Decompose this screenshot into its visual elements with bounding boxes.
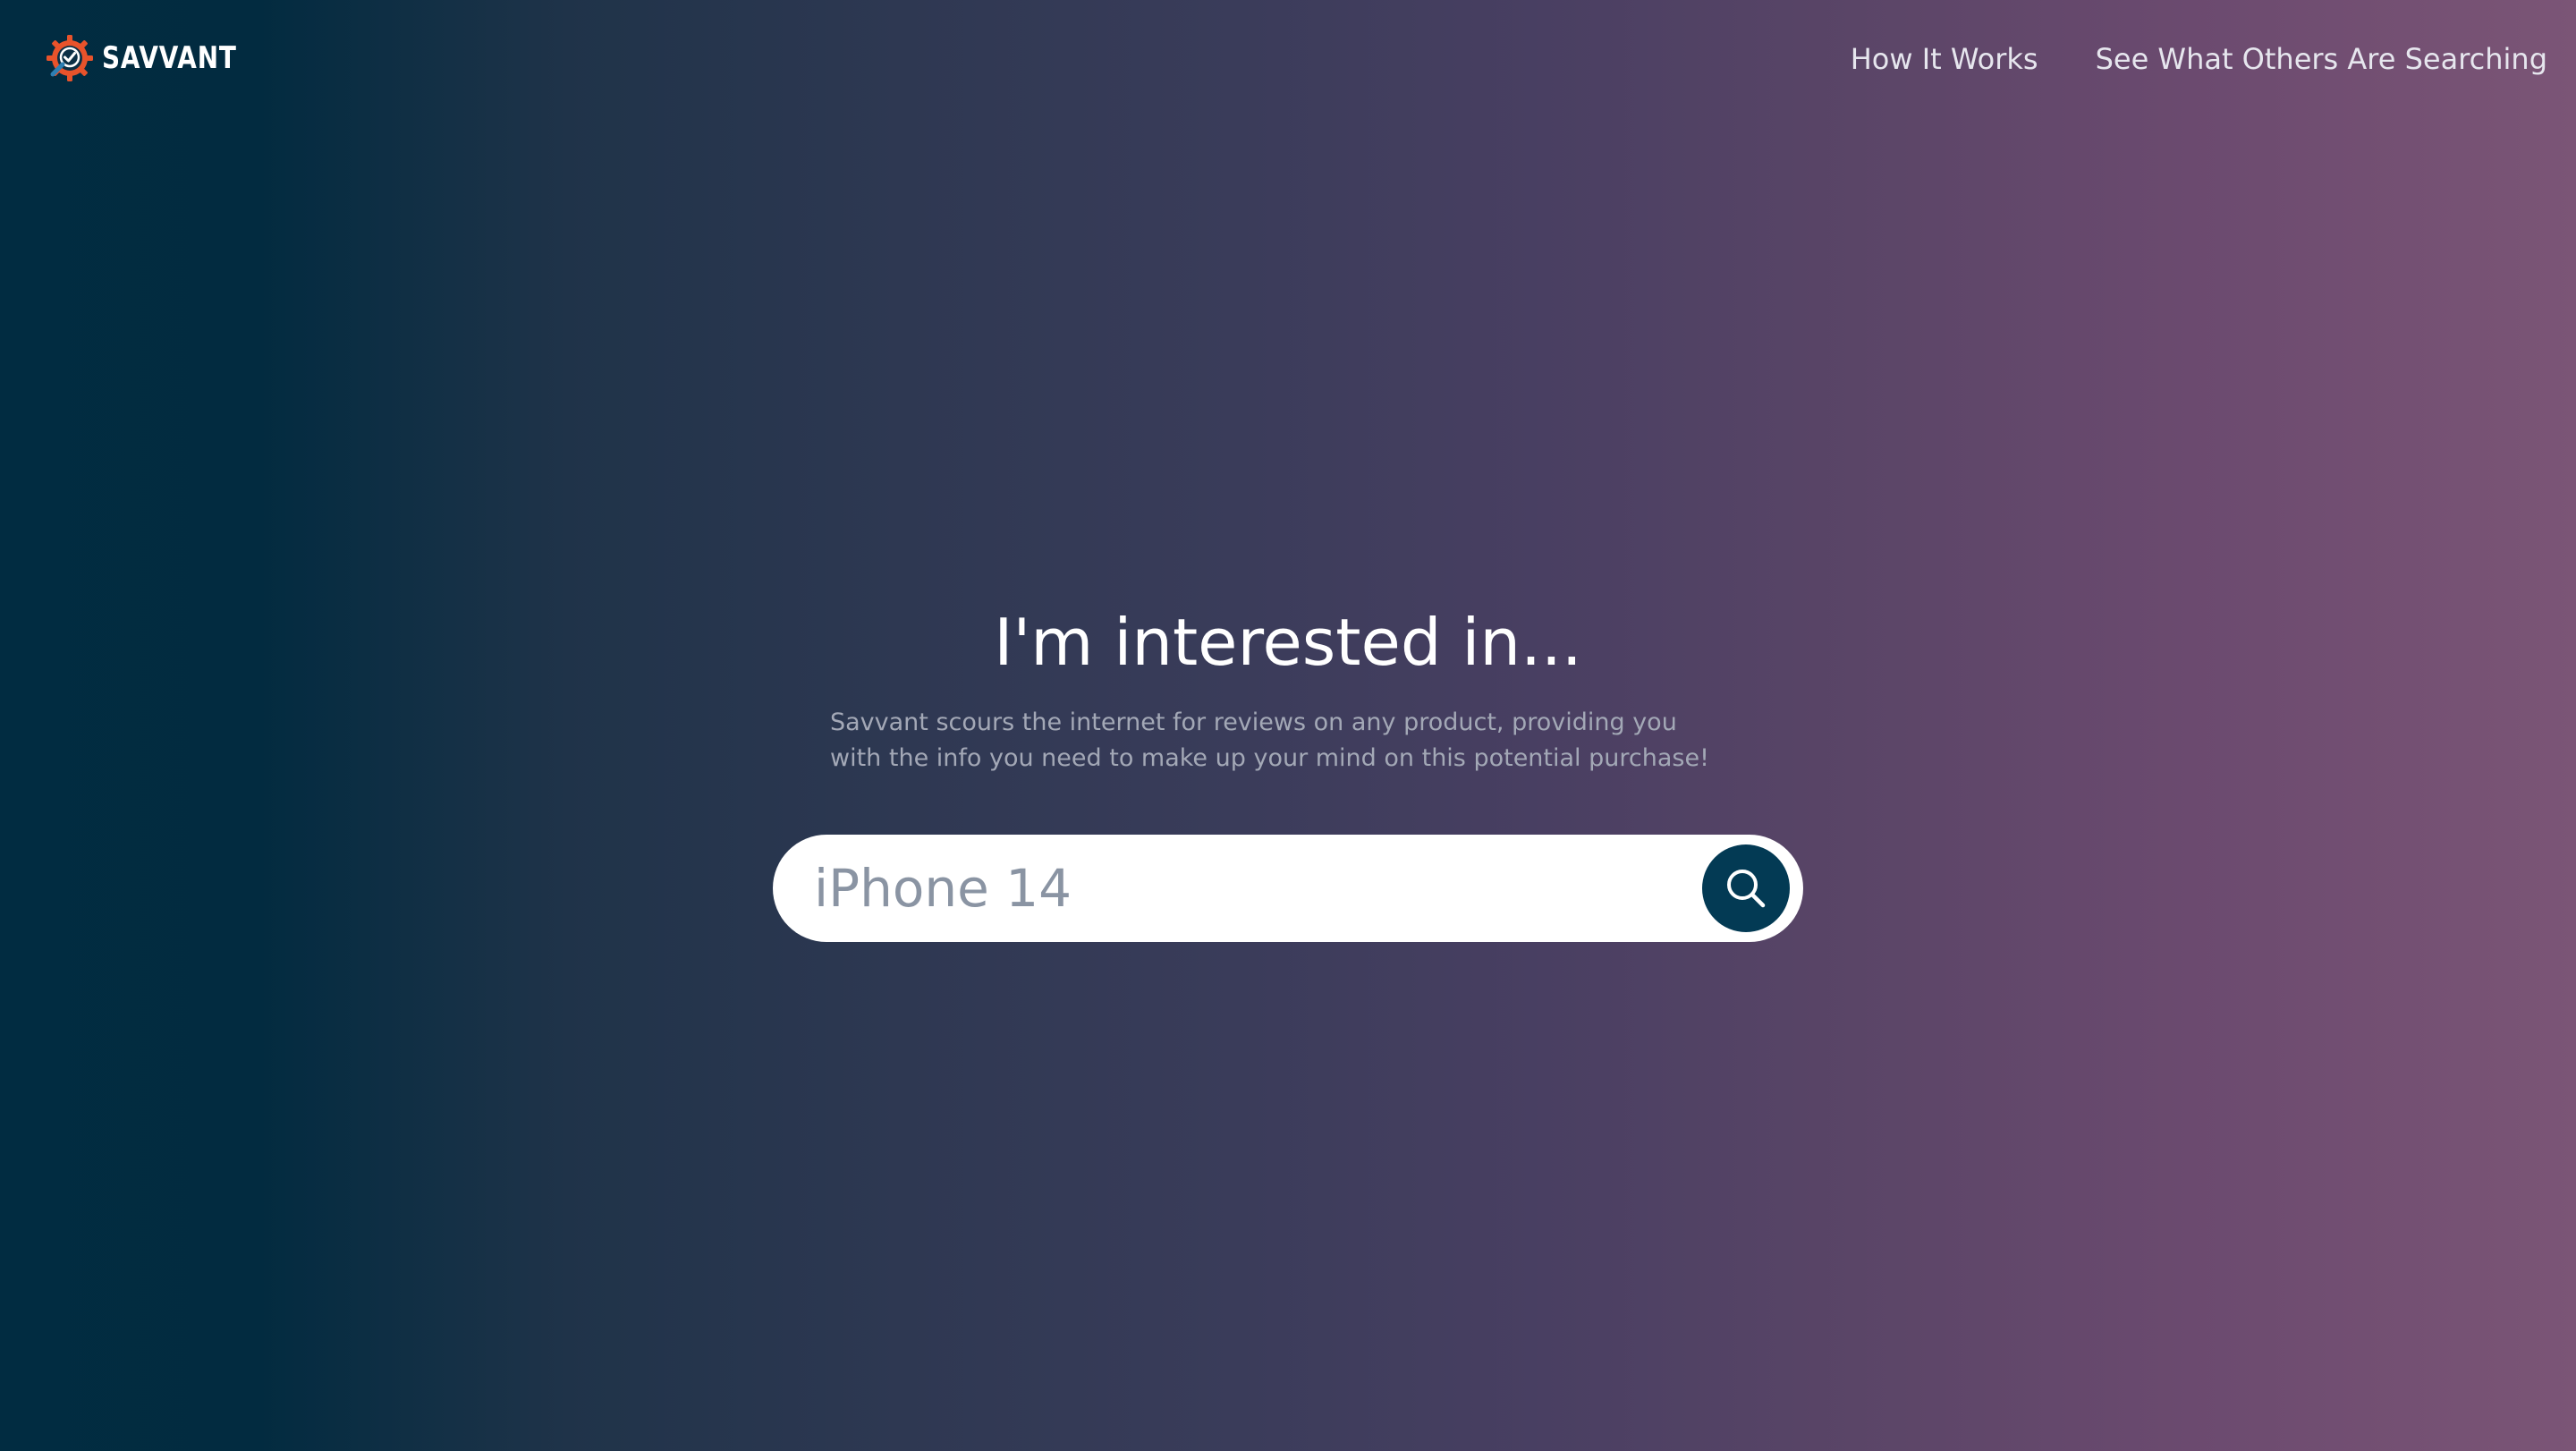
- search-button[interactable]: [1702, 844, 1790, 932]
- hero-title: I'm interested in...: [994, 605, 1582, 680]
- hero-section: I'm interested in... Savvant scours the …: [0, 0, 2576, 1451]
- search-icon: [1727, 870, 1766, 908]
- hero-subtitle: Savvant scours the internet for reviews …: [830, 709, 1709, 772]
- search-input[interactable]: [814, 851, 1637, 926]
- search-bar: [773, 835, 1803, 942]
